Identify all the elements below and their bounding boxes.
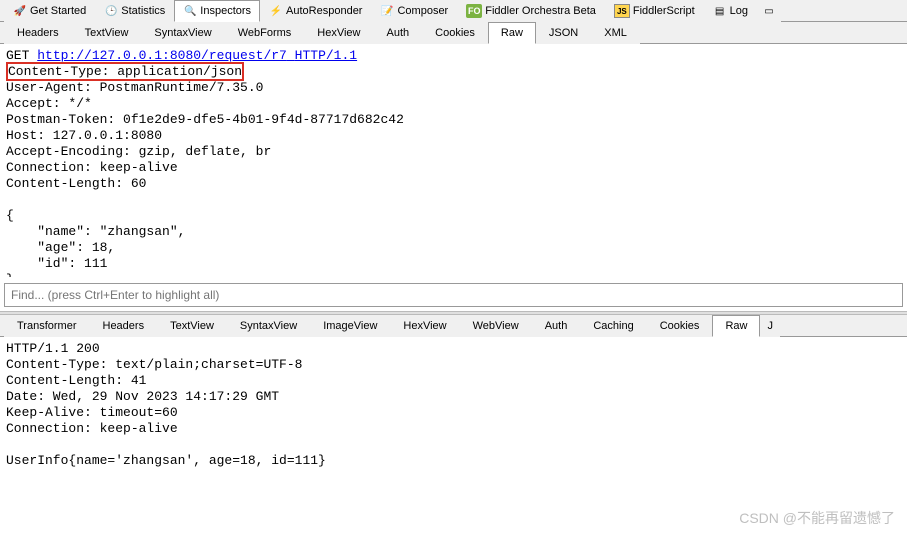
resp-header: Content-Type: text/plain;charset=UTF-8 [6,357,302,372]
edit-icon: 📝 [380,4,394,18]
resp-body: UserInfo{name='zhangsan', age=18, id=111… [6,453,326,468]
magnifier-icon: 🔍 [183,4,197,18]
req-header: Accept: */* [6,96,92,111]
top-tab-bar: 🚀 Get Started 🕒 Statistics 🔍 Inspectors … [0,0,907,22]
tab-label: AutoResponder [286,5,362,17]
response-tab-bar: Transformer Headers TextView SyntaxView … [0,315,907,337]
req-tab-textview[interactable]: TextView [72,22,142,44]
lightning-icon: ⚡ [269,4,283,18]
req-tab-json[interactable]: JSON [536,22,591,44]
resp-status: HTTP/1.1 200 [6,341,100,356]
js-icon: JS [614,4,630,18]
resp-tab-textview[interactable]: TextView [157,315,227,337]
req-tab-webforms[interactable]: WebForms [225,22,305,44]
tab-log[interactable]: ▤ Log [704,0,757,22]
resp-tab-auth[interactable]: Auth [532,315,581,337]
tab-label: Log [730,5,748,17]
rocket-icon: 🚀 [13,4,27,18]
tab-composer[interactable]: 📝 Composer [371,0,457,22]
log-icon: ▤ [713,4,727,18]
tab-label: Get Started [30,5,86,17]
req-tab-xml[interactable]: XML [591,22,640,44]
tab-inspectors[interactable]: 🔍 Inspectors [174,0,260,22]
resp-tab-webview[interactable]: WebView [460,315,532,337]
resp-header: Keep-Alive: timeout=60 [6,405,178,420]
req-header: Accept-Encoding: gzip, deflate, br [6,144,271,159]
req-header: User-Agent: PostmanRuntime/7.35.0 [6,80,263,95]
tab-fiddlerscript[interactable]: JS FiddlerScript [605,0,704,22]
resp-tab-syntaxview[interactable]: SyntaxView [227,315,310,337]
highlighted-header: Content-Type: application/json [6,62,244,81]
clock-icon: 🕒 [104,4,118,18]
tab-label: Statistics [121,5,165,17]
req-tab-cookies[interactable]: Cookies [422,22,488,44]
req-method: GET [6,48,29,63]
resp-header: Date: Wed, 29 Nov 2023 14:17:29 GMT [6,389,279,404]
resp-tab-imageview[interactable]: ImageView [310,315,390,337]
req-header: Connection: keep-alive [6,160,178,175]
req-tab-raw[interactable]: Raw [488,22,536,44]
resp-tab-json[interactable]: J [760,315,780,337]
req-tab-headers[interactable]: Headers [4,22,72,44]
tab-label: Inspectors [200,5,251,17]
box-icon: ▭ [762,4,776,18]
resp-tab-caching[interactable]: Caching [580,315,646,337]
req-tab-syntaxview[interactable]: SyntaxView [141,22,224,44]
fo-icon: FO [466,4,482,18]
tab-statistics[interactable]: 🕒 Statistics [95,0,174,22]
request-raw-pane[interactable]: GET http://127.0.0.1:8080/request/r7 HTT… [0,44,907,277]
req-header: Host: 127.0.0.1:8080 [6,128,162,143]
request-tab-bar: Headers TextView SyntaxView WebForms Hex… [0,22,907,44]
tab-orchestra[interactable]: FO Fiddler Orchestra Beta [457,0,605,22]
resp-header: Content-Length: 41 [6,373,146,388]
resp-tab-hexview[interactable]: HexView [390,315,459,337]
response-raw-pane[interactable]: HTTP/1.1 200 Content-Type: text/plain;ch… [0,337,907,473]
tab-autoresponder[interactable]: ⚡ AutoResponder [260,0,371,22]
resp-tab-transformer[interactable]: Transformer [4,315,90,337]
tab-label: Composer [397,5,448,17]
tab-label: Fiddler Orchestra Beta [485,5,596,17]
find-input[interactable] [4,283,903,307]
tab-label: FiddlerScript [633,5,695,17]
resp-tab-cookies[interactable]: Cookies [647,315,713,337]
resp-tab-raw[interactable]: Raw [712,315,760,337]
resp-header: Connection: keep-alive [6,421,178,436]
req-url[interactable]: http://127.0.0.1:8080/request/r7 HTTP/1.… [37,48,357,63]
tab-get-started[interactable]: 🚀 Get Started [4,0,95,22]
req-tab-auth[interactable]: Auth [374,22,423,44]
req-header: Content-Length: 60 [6,176,146,191]
tab-overflow[interactable]: ▭ [757,0,781,22]
req-body: { "name": "zhangsan", "age": 18, "id": 1… [6,208,185,277]
req-tab-hexview[interactable]: HexView [304,22,373,44]
resp-tab-headers[interactable]: Headers [90,315,158,337]
req-header: Postman-Token: 0f1e2de9-dfe5-4b01-9f4d-8… [6,112,404,127]
watermark: CSDN @不能再留遗憾了 [739,508,895,528]
